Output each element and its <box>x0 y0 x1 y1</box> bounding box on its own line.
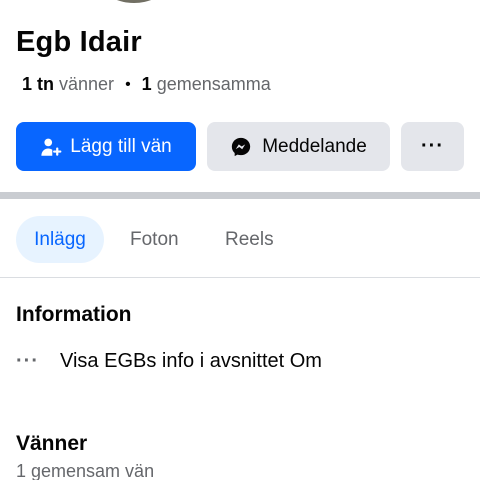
more-button[interactable]: ··· <box>401 122 464 171</box>
profile-name: Egb Idair <box>16 26 142 58</box>
avatar-image <box>79 0 189 3</box>
tab-reels[interactable]: Reels <box>225 216 274 263</box>
info-about-link[interactable]: ··· Visa EGBs info i avsnittet Om <box>16 350 322 373</box>
stats-separator: • <box>125 75 131 93</box>
profile-avatar[interactable] <box>76 0 192 6</box>
add-friend-label: Lägg till vän <box>70 135 172 157</box>
message-button[interactable]: Meddelande <box>207 122 390 171</box>
add-friend-button[interactable]: Lägg till vän <box>16 122 196 171</box>
info-more-icon: ··· <box>16 350 39 372</box>
more-icon: ··· <box>421 135 444 157</box>
tabs-divider <box>0 277 480 278</box>
information-heading: Information <box>16 303 132 326</box>
mutual-label[interactable]: gemensamma <box>157 74 271 95</box>
friends-count: 1 tn <box>22 74 55 94</box>
section-divider <box>0 192 480 199</box>
profile-stats: 1 tn vänner • 1 gemensamma <box>22 74 271 95</box>
message-label: Meddelande <box>262 135 367 157</box>
friends-mutual-count[interactable]: 1 gemensam vän <box>16 461 154 480</box>
mutual-count: 1 <box>141 74 152 94</box>
tab-photos[interactable]: Foton <box>130 216 179 263</box>
messenger-icon <box>232 137 251 156</box>
friends-label[interactable]: vänner <box>59 74 114 95</box>
info-about-text: Visa EGBs info i avsnittet Om <box>60 350 322 372</box>
friends-heading: Vänner <box>16 432 88 455</box>
person-add-icon <box>41 138 62 156</box>
tab-posts[interactable]: Inlägg <box>16 216 104 263</box>
